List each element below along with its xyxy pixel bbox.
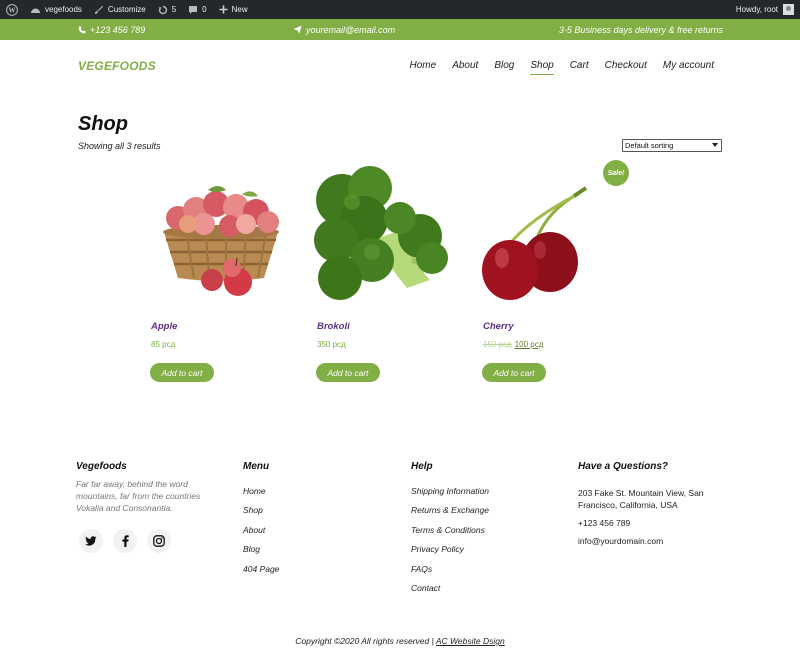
topbar-email: youremail@email.com	[293, 19, 395, 40]
plus-icon	[219, 5, 228, 14]
nav-home[interactable]: Home	[410, 60, 437, 75]
site-logo[interactable]: VEGEFOODS	[78, 59, 156, 73]
footer-email[interactable]: info@yourdomain.com	[578, 535, 728, 547]
phone-icon	[78, 26, 86, 33]
footer-about-text: Far far away, behind the word mountains,…	[76, 479, 201, 513]
footer-help-terms[interactable]: Terms & Conditions	[411, 525, 489, 544]
wordpress-logo-icon[interactable]: W	[0, 0, 24, 19]
product-card-cherry: Sale! Cherry 150 рсд 100 рсд Add to cart	[478, 160, 629, 390]
footer-menu-404[interactable]: 404 Page	[243, 564, 279, 583]
page-title: Shop	[78, 113, 128, 135]
topbar-phone: +123 456 789	[78, 19, 145, 40]
admin-bar: W vegefoods Customize 5 0 New Howdy, roo…	[0, 0, 800, 19]
product-price: 85 рсд	[151, 340, 176, 349]
product-name[interactable]: Brokoli	[317, 321, 350, 332]
footer-help-faqs[interactable]: FAQs	[411, 564, 489, 583]
admin-new-label: New	[231, 5, 248, 14]
apple-basket-image[interactable]	[146, 160, 296, 305]
nav-about[interactable]: About	[452, 60, 478, 75]
nav-cart[interactable]: Cart	[570, 60, 589, 75]
footer-help-title: Help	[411, 461, 433, 472]
comment-icon	[189, 5, 198, 14]
footer-about-title: Vegefoods	[76, 461, 127, 472]
footer-phone[interactable]: +123 456 789	[578, 517, 728, 529]
social-links	[79, 529, 171, 553]
topbar-delivery-text: 3-5 Business days delivery & free return…	[558, 24, 723, 35]
admin-customize-label: Customize	[107, 5, 146, 14]
footer-address: 203 Fake St. Mountain View, San Francisc…	[578, 488, 704, 510]
footer-menu: Menu Home Shop About Blog 404 Page	[243, 461, 279, 583]
admin-comments-count: 0	[202, 5, 207, 14]
admin-site-link[interactable]: vegefoods	[24, 0, 88, 19]
add-to-cart-button[interactable]: Add to cart	[482, 363, 546, 382]
nav-checkout[interactable]: Checkout	[605, 60, 647, 75]
add-to-cart-button[interactable]: Add to cart	[150, 363, 214, 382]
footer-menu-about[interactable]: About	[243, 525, 279, 544]
topbar-email-text: youremail@email.com	[306, 24, 396, 35]
product-name[interactable]: Apple	[151, 321, 177, 332]
sorting-selected-value: Default sorting	[625, 141, 674, 150]
admin-customize-link[interactable]: Customize	[88, 0, 152, 19]
footer-menu-title: Menu	[243, 461, 270, 472]
copyright-link[interactable]: AC Website Dsign	[436, 636, 505, 646]
footer-help-returns[interactable]: Returns & Exchange	[411, 505, 489, 524]
footer-contact: Have a Questions? 203 Fake St. Mountain …	[578, 461, 728, 553]
admin-site-name: vegefoods	[45, 5, 82, 14]
add-to-cart-button[interactable]: Add to cart	[316, 363, 380, 382]
admin-updates-count: 5	[171, 5, 177, 14]
footer-help-shipping[interactable]: Shipping Information	[411, 486, 489, 505]
footer-menu-shop[interactable]: Shop	[243, 505, 279, 524]
contact-topbar: +123 456 789 youremail@email.com 3-5 Bus…	[0, 19, 800, 40]
product-old-price: 150 рсд	[483, 340, 512, 349]
admin-account-link[interactable]: Howdy, root	[736, 0, 778, 19]
main-nav: Home About Blog Shop Cart Checkout My ac…	[394, 60, 714, 75]
avatar[interactable]	[783, 4, 794, 15]
footer-contact-title: Have a Questions?	[578, 461, 669, 472]
twitter-icon[interactable]	[79, 529, 103, 553]
admin-greeting: Howdy, root	[735, 5, 778, 14]
result-count: Showing all 3 results	[78, 141, 161, 151]
footer-help-privacy[interactable]: Privacy Policy	[411, 544, 489, 563]
topbar-delivery: 3-5 Business days delivery & free return…	[559, 19, 723, 40]
broccoli-image[interactable]	[312, 160, 462, 305]
nav-shop[interactable]: Shop	[530, 60, 555, 75]
nav-my-account[interactable]: My account	[663, 60, 714, 75]
product-sale-price: 100 рсд	[514, 340, 544, 349]
updates-icon	[158, 5, 167, 14]
admin-new-link[interactable]: New	[213, 0, 254, 19]
product-card-brokoli: Brokoli 350 рсд Add to cart	[312, 160, 462, 390]
topbar-phone-text: +123 456 789	[90, 24, 146, 35]
nav-blog[interactable]: Blog	[494, 60, 514, 75]
svg-text:W: W	[9, 6, 16, 14]
chevron-down-icon	[712, 143, 718, 147]
facebook-icon[interactable]	[113, 529, 137, 553]
sale-badge: Sale!	[603, 160, 629, 186]
product-price: 150 рсд 100 рсд	[483, 340, 543, 349]
copyright: Copyright ©2020 All rights reserved | AC…	[0, 636, 800, 646]
copyright-text: Copyright ©2020 All rights reserved |	[295, 636, 436, 646]
product-card-apple: Apple 85 рсд Add to cart	[146, 160, 296, 390]
footer-help: Help Shipping Information Returns & Exch…	[411, 461, 489, 602]
footer-menu-blog[interactable]: Blog	[243, 544, 279, 563]
admin-comments-link[interactable]: 0	[182, 0, 212, 19]
product-price: 350 рсд	[317, 340, 346, 349]
dashboard-icon	[31, 8, 40, 13]
admin-updates-link[interactable]: 5	[152, 0, 182, 19]
footer-menu-home[interactable]: Home	[243, 486, 279, 505]
brush-icon	[94, 5, 104, 14]
footer-help-contact[interactable]: Contact	[411, 583, 489, 602]
instagram-icon[interactable]	[147, 529, 171, 553]
paper-plane-icon	[293, 25, 302, 34]
sorting-select[interactable]: Default sorting	[622, 139, 722, 152]
footer-about: Vegefoods Far far away, behind the word …	[76, 461, 226, 514]
product-name[interactable]: Cherry	[483, 321, 514, 332]
